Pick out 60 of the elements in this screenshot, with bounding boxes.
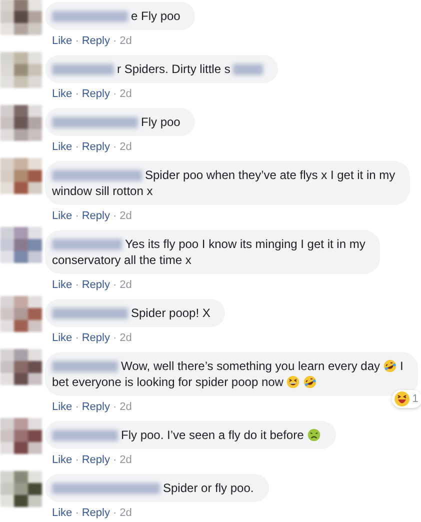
laughing-face-icon xyxy=(383,359,398,373)
separator-dot: · xyxy=(75,210,79,222)
comment-action-link[interactable]: Reply xyxy=(82,88,110,100)
reaction-count: 1 xyxy=(412,392,418,407)
comment-action-link[interactable]: Reply xyxy=(82,507,110,519)
comment-text: conservatory all the time x xyxy=(52,252,192,268)
comment-text: Yes its fly poo I know its minging I get it in my xyxy=(125,236,366,252)
comment-action-link[interactable]: Like xyxy=(52,454,72,466)
blurred-name xyxy=(233,64,264,74)
comment-action-link[interactable]: Reply xyxy=(82,35,110,47)
separator-dot: · xyxy=(75,401,79,413)
comment-text: Spider poop! X xyxy=(131,305,210,321)
comment-text: e Fly poo xyxy=(131,8,180,24)
comment-text: Fly poo xyxy=(141,114,180,130)
sick-face-icon xyxy=(306,428,321,442)
blurred-name xyxy=(52,238,122,250)
blurred-name xyxy=(52,430,118,440)
comment-action-link[interactable]: Like xyxy=(52,279,72,291)
comment-text: r Spiders. Dirty little s xyxy=(117,61,230,77)
comment-action-link[interactable]: Like xyxy=(52,35,72,47)
comment-action-link[interactable]: Like xyxy=(52,332,72,344)
blurred-name xyxy=(52,64,114,74)
separator-dot: · xyxy=(112,210,117,222)
separator-dot: · xyxy=(75,454,79,466)
separator-dot: · xyxy=(112,88,117,100)
laughing-face-icon xyxy=(394,391,410,407)
comment-action-link[interactable]: Like xyxy=(52,507,72,519)
comment-action-link[interactable]: Like xyxy=(52,141,72,153)
separator-dot: · xyxy=(75,332,79,344)
separator-dot: · xyxy=(75,507,79,519)
comment-text: Spider or fly poo. xyxy=(163,480,254,496)
comment-action-link[interactable]: Reply xyxy=(82,401,110,413)
separator-dot: · xyxy=(112,35,117,47)
comment-text: bet everyone is looking for spider poop now xyxy=(52,374,284,390)
comment-text: Fly poo. I’ve seen a fly do it before xyxy=(121,427,304,443)
comment-action-link[interactable]: Reply xyxy=(82,454,110,466)
comment-action-link[interactable]: Reply xyxy=(82,332,110,344)
separator-dot: · xyxy=(112,141,117,153)
comment-action-link[interactable]: Reply xyxy=(82,141,110,153)
separator-dot: · xyxy=(75,279,79,291)
separator-dot: · xyxy=(112,507,117,519)
laughing-face-icon xyxy=(286,375,300,389)
separator-dot: · xyxy=(112,454,117,466)
comment-text: Wow, well there’s something you learn every day xyxy=(121,358,380,374)
comment-action-link[interactable]: Reply xyxy=(82,210,110,222)
separator-dot: · xyxy=(75,141,79,153)
comment-text: I xyxy=(400,358,404,374)
comment-action-link[interactable]: Like xyxy=(52,210,72,222)
separator-dot: · xyxy=(112,332,117,344)
comment-text: window sill rotton x xyxy=(52,183,153,199)
separator-dot: · xyxy=(112,401,117,413)
comment-action-link[interactable]: Like xyxy=(52,88,72,100)
comment-action-link[interactable]: Reply xyxy=(82,279,110,291)
laughing-face-icon xyxy=(303,375,318,389)
separator-dot: · xyxy=(75,35,79,47)
separator-dot: · xyxy=(112,279,117,291)
comment-text: Spider poo when they’ve ate flys x I get it in my xyxy=(145,167,396,183)
blurred-name xyxy=(52,360,118,372)
separator-dot: · xyxy=(75,88,79,100)
comment-action-link[interactable]: Like xyxy=(52,401,72,413)
